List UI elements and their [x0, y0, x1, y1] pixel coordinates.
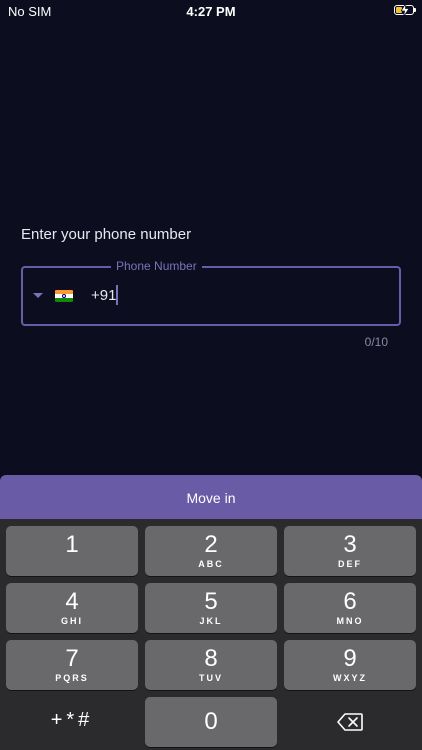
- key-letters: TUV: [199, 673, 223, 683]
- india-flag-icon: [55, 290, 73, 302]
- key-2[interactable]: 2 ABC: [145, 526, 277, 576]
- key-letters: JKL: [199, 616, 223, 626]
- key-digit: 4: [65, 588, 79, 615]
- key-0[interactable]: 0: [145, 697, 277, 747]
- key-letters: WXYZ: [333, 673, 367, 683]
- key-3[interactable]: 3 DEF: [284, 526, 416, 576]
- numeric-keypad: 1 2 ABC 3 DEF 4 GHI 5 JKL 6 MNO 7 PQRS 8…: [0, 519, 422, 750]
- key-digit: 7: [65, 645, 79, 672]
- key-6[interactable]: 6 MNO: [284, 583, 416, 633]
- dial-code: +91: [91, 287, 117, 304]
- character-counter: 0/10: [364, 335, 388, 349]
- key-digit: 1: [65, 531, 79, 558]
- phone-number-label: Phone Number: [111, 259, 202, 273]
- key-digit: 5: [204, 588, 218, 615]
- chevron-down-icon: [33, 293, 43, 298]
- status-bar: No SIM 4:27 PM: [0, 0, 422, 24]
- page-title: Enter your phone number: [21, 226, 192, 243]
- key-letters: GHI: [60, 616, 83, 626]
- delete-key[interactable]: [283, 697, 415, 747]
- phone-number-field[interactable]: Phone Number +91: [21, 259, 401, 326]
- key-letters: ABC: [198, 559, 224, 569]
- key-9[interactable]: 9 WXYZ: [284, 640, 416, 690]
- key-4[interactable]: 4 GHI: [6, 583, 138, 633]
- key-letters: DEF: [338, 559, 362, 569]
- key-7[interactable]: 7 PQRS: [6, 640, 138, 690]
- key-digit: 8: [204, 645, 218, 672]
- move-in-button[interactable]: Move in: [0, 475, 422, 519]
- backspace-icon: [337, 713, 363, 731]
- key-digit: 2: [204, 531, 218, 558]
- key-8[interactable]: 8 TUV: [145, 640, 277, 690]
- status-time: 4:27 PM: [186, 4, 236, 19]
- battery-charging-icon: [394, 3, 416, 17]
- key-1[interactable]: 1: [6, 526, 138, 576]
- text-cursor: [116, 285, 118, 305]
- key-symbols[interactable]: +*#: [6, 697, 138, 747]
- key-digit: 0: [204, 708, 218, 735]
- key-letters: PQRS: [55, 673, 89, 683]
- country-code-selector[interactable]: +91: [31, 286, 116, 306]
- phone-number-input[interactable]: [115, 282, 389, 308]
- key-digit: 6: [343, 588, 357, 615]
- key-digit: 3: [343, 531, 357, 558]
- key-letters: MNO: [336, 616, 364, 626]
- key-5[interactable]: 5 JKL: [145, 583, 277, 633]
- key-digit: 9: [343, 645, 357, 672]
